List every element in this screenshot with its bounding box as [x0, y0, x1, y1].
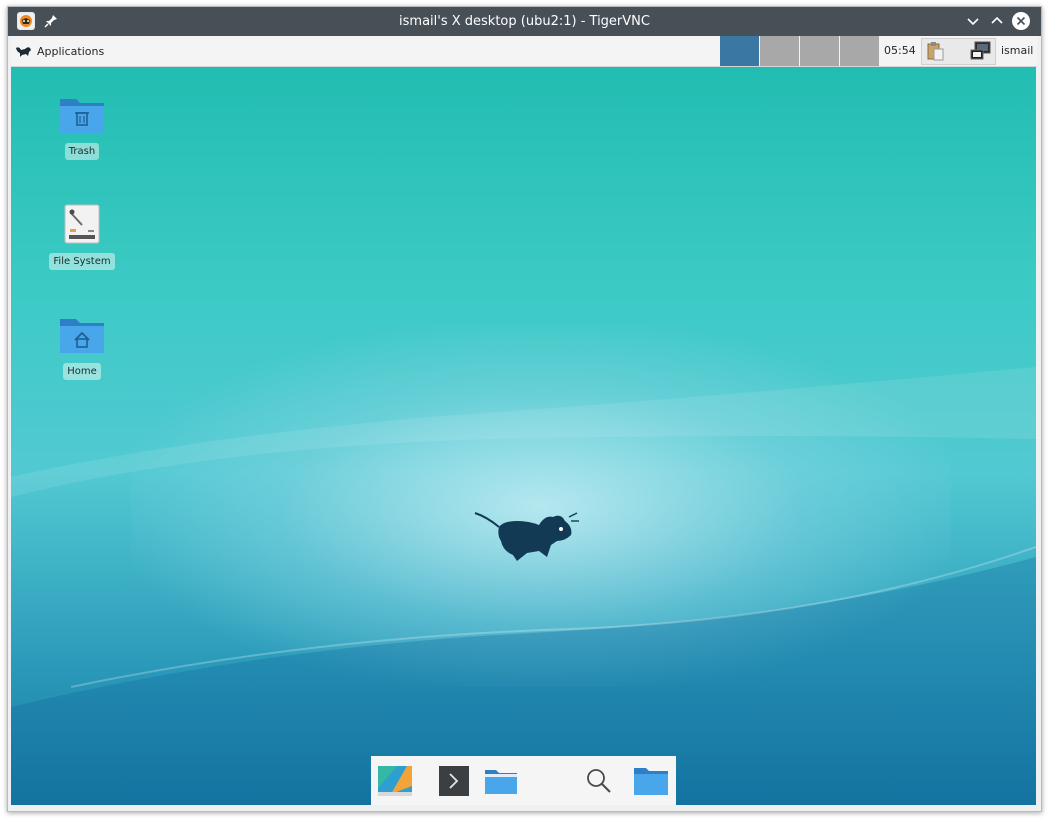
desktop[interactable]: Trash File System Home — [11, 67, 1036, 805]
window-title: ismail's X desktop (ubu2:1) - TigerVNC — [399, 14, 650, 29]
top-panel: Applications 05:54 ismail — [11, 36, 1037, 67]
desktop-icon-trash[interactable]: Trash — [47, 93, 117, 160]
applications-menu-button[interactable]: Applications — [15, 38, 104, 64]
network-icon[interactable] — [970, 41, 992, 65]
desktop-icon-home[interactable]: Home — [47, 313, 117, 380]
search-icon[interactable] — [581, 764, 617, 798]
desktop-icon-label: File System — [49, 253, 115, 270]
system-tray — [921, 38, 996, 65]
workspace-1[interactable] — [720, 36, 759, 66]
clipboard-icon[interactable] — [925, 41, 945, 65]
workspace-2[interactable] — [760, 36, 799, 66]
applications-label: Applications — [37, 44, 105, 58]
wallpaper-waves — [11, 367, 1036, 805]
desktop-icon-label: Trash — [64, 143, 100, 160]
dock — [371, 756, 676, 805]
user-menu[interactable]: ismail — [1001, 36, 1033, 66]
folder-icon[interactable] — [633, 764, 669, 798]
file-manager-icon[interactable] — [483, 764, 519, 798]
xfce-mouse-icon — [474, 512, 579, 561]
terminal-icon[interactable] — [436, 764, 472, 798]
desktop-icon-label: Home — [63, 363, 101, 380]
title-bar[interactable]: ismail's X desktop (ubu2:1) - TigerVNC — [8, 7, 1041, 36]
home-folder-icon — [60, 319, 104, 353]
close-icon[interactable] — [1011, 11, 1031, 31]
trash-folder-icon — [60, 99, 104, 133]
workspace-3[interactable] — [800, 36, 839, 66]
show-desktop-icon[interactable] — [377, 764, 413, 798]
desktop-icon-file-system[interactable]: File System — [47, 203, 117, 270]
minimize-icon[interactable] — [963, 11, 983, 31]
xfce-mouse-icon — [16, 47, 31, 57]
workspace-4[interactable] — [840, 36, 879, 66]
clock[interactable]: 05:54 — [884, 36, 916, 66]
drive-icon — [64, 204, 100, 244]
maximize-icon[interactable] — [987, 11, 1007, 31]
vnc-window: ismail's X desktop (ubu2:1) - TigerVNC A… — [7, 6, 1042, 812]
